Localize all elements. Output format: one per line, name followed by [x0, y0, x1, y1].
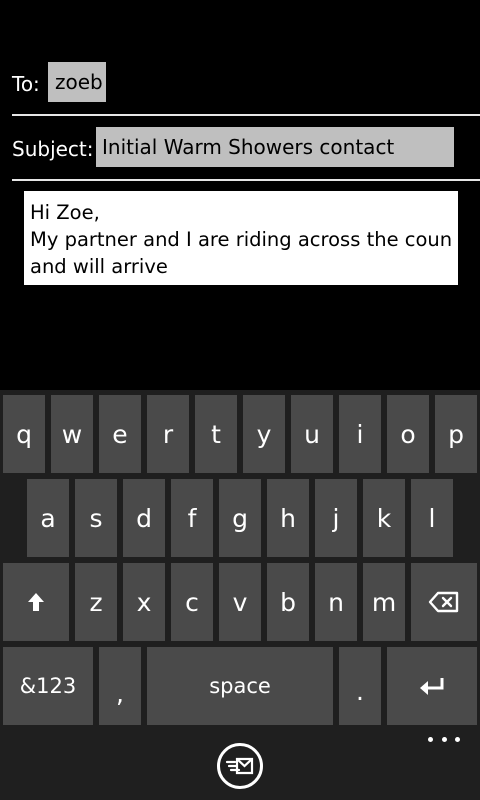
key-j[interactable]: j	[315, 479, 357, 557]
shift-arrow-icon	[28, 593, 44, 611]
key-f[interactable]: f	[171, 479, 213, 557]
compose-area: To: zoeb Subject: Initial Warm Showers c…	[0, 0, 480, 390]
body-line: and will arrive	[30, 255, 168, 278]
key-c[interactable]: c	[171, 563, 213, 641]
backspace-icon	[428, 591, 459, 613]
key-d[interactable]: d	[123, 479, 165, 557]
more-dots-icon	[428, 736, 433, 742]
enter-icon	[420, 678, 444, 695]
key-z[interactable]: z	[75, 563, 117, 641]
key-v[interactable]: v	[219, 563, 261, 641]
symbols-key[interactable]: &123	[3, 647, 93, 725]
key-t[interactable]: t	[195, 395, 237, 473]
divider-to	[12, 114, 480, 116]
comma-key[interactable]: ,	[99, 647, 141, 725]
key-k[interactable]: k	[363, 479, 405, 557]
key-x[interactable]: x	[123, 563, 165, 641]
key-u[interactable]: u	[291, 395, 333, 473]
more-dots-icon	[441, 736, 447, 742]
key-w[interactable]: w	[51, 395, 93, 473]
key-y[interactable]: y	[243, 395, 285, 473]
message-body-input[interactable]: Hi Zoe, My partner and I are riding acro…	[24, 191, 458, 285]
key-n[interactable]: n	[315, 563, 357, 641]
enter-key[interactable]	[387, 647, 477, 725]
subject-label: Subject:	[12, 137, 94, 161]
key-o[interactable]: o	[387, 395, 429, 473]
shift-key[interactable]	[3, 563, 69, 641]
more-button[interactable]	[428, 729, 460, 749]
subject-input[interactable]: Initial Warm Showers contact	[96, 127, 454, 167]
key-s[interactable]: s	[75, 479, 117, 557]
more-dots-icon	[455, 736, 460, 742]
key-a[interactable]: a	[27, 479, 69, 557]
key-l[interactable]: l	[411, 479, 453, 557]
body-line: Hi Zoe,	[30, 201, 100, 224]
body-line: My partner and I are riding across the c…	[30, 228, 452, 251]
space-key[interactable]: space	[147, 647, 333, 725]
period-key[interactable]: .	[339, 647, 381, 725]
key-q[interactable]: q	[3, 395, 45, 473]
key-g[interactable]: g	[219, 479, 261, 557]
key-b[interactable]: b	[267, 563, 309, 641]
to-label: To:	[12, 72, 40, 96]
backspace-key[interactable]	[411, 563, 477, 641]
key-m[interactable]: m	[363, 563, 405, 641]
key-e[interactable]: e	[99, 395, 141, 473]
divider-subject	[12, 179, 480, 181]
key-r[interactable]: r	[147, 395, 189, 473]
key-i[interactable]: i	[339, 395, 381, 473]
send-icon	[225, 757, 254, 775]
key-p[interactable]: p	[435, 395, 477, 473]
to-recipient-chip[interactable]: zoeb	[48, 62, 106, 102]
send-button[interactable]	[217, 743, 263, 789]
key-h[interactable]: h	[267, 479, 309, 557]
